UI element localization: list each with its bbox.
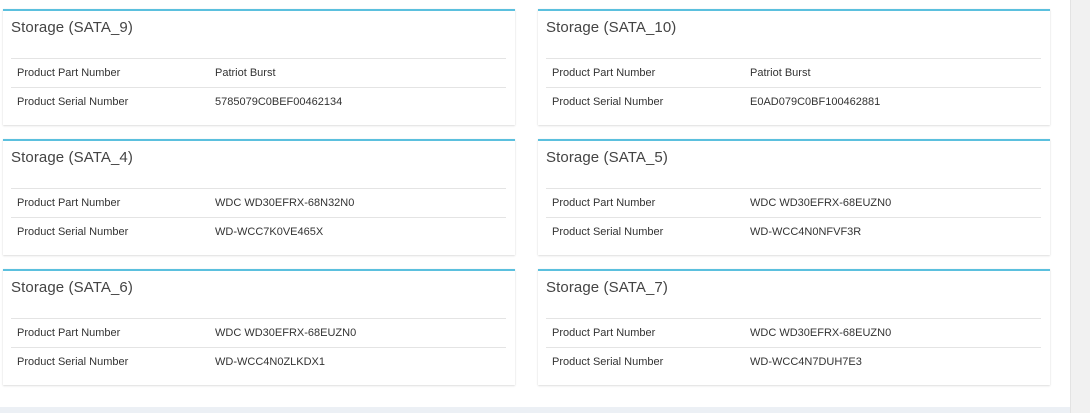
part-number-value: WDC WD30EFRX-68EUZN0	[215, 327, 357, 339]
storage-box-title: Storage (SATA_5)	[546, 149, 668, 166]
table-row: Product Serial Number WD-WCC7K0VE465X	[11, 217, 506, 247]
part-number-value: Patriot Burst	[215, 67, 276, 79]
table-row: Product Part Number WDC WD30EFRX-68EUZN0	[546, 318, 1041, 348]
storage-box: Storage (SATA_6) Product Part Number WDC…	[3, 269, 515, 385]
storage-box-title: Storage (SATA_10)	[546, 19, 677, 36]
storage-box: Storage (SATA_7) Product Part Number WDC…	[538, 269, 1050, 385]
storage-box-title: Storage (SATA_4)	[11, 149, 133, 166]
serial-number-label: Product Serial Number	[552, 356, 664, 369]
serial-number-value: WD-WCC7K0VE465X	[215, 226, 324, 239]
table-row: Product Serial Number WD-WCC4N0NFVF3R	[546, 217, 1041, 247]
serial-number-label: Product Serial Number	[17, 356, 129, 369]
serial-number-label: Product Serial Number	[17, 96, 129, 109]
storage-box-title: Storage (SATA_9)	[11, 19, 133, 36]
storage-grid: Storage (SATA_9) Product Part Number Pat…	[3, 9, 1050, 385]
part-number-value: WDC WD30EFRX-68EUZN0	[750, 327, 892, 339]
part-number-label: Product Part Number	[552, 327, 656, 339]
table-row: Product Serial Number WD-WCC4N0ZLKDX1	[11, 347, 506, 377]
table-row: Product Serial Number 5785079C0BEF004621…	[11, 87, 506, 117]
part-number-label: Product Part Number	[17, 197, 121, 209]
table-row: Product Part Number Patriot Burst	[546, 58, 1041, 88]
storage-details-table: Product Part Number WDC WD30EFRX-68EUZN0…	[546, 318, 1041, 377]
storage-box: Storage (SATA_9) Product Part Number Pat…	[3, 9, 515, 125]
table-row: Product Part Number WDC WD30EFRX-68EUZN0	[11, 318, 506, 348]
serial-number-value: WD-WCC4N0ZLKDX1	[215, 356, 326, 369]
serial-number-value: WD-WCC4N7DUH7E3	[750, 356, 862, 369]
table-row: Product Serial Number WD-WCC4N7DUH7E3	[546, 347, 1041, 377]
table-row: Product Part Number WDC WD30EFRX-68EUZN0	[546, 188, 1041, 218]
serial-number-value: 5785079C0BEF00462134	[215, 96, 343, 109]
storage-details-table: Product Part Number Patriot Burst Produc…	[11, 58, 506, 117]
part-number-value: Patriot Burst	[750, 67, 811, 79]
part-number-label: Product Part Number	[552, 197, 656, 209]
table-row: Product Part Number WDC WD30EFRX-68N32N0	[11, 188, 506, 218]
vertical-scrollbar[interactable]	[1070, 0, 1090, 413]
storage-details-table: Product Part Number Patriot Burst Produc…	[546, 58, 1041, 117]
part-number-label: Product Part Number	[17, 67, 121, 79]
serial-number-label: Product Serial Number	[17, 226, 129, 239]
storage-box-title: Storage (SATA_6)	[11, 279, 133, 296]
serial-number-label: Product Serial Number	[552, 96, 664, 109]
part-number-value: WDC WD30EFRX-68EUZN0	[750, 197, 892, 209]
storage-box: Storage (SATA_10) Product Part Number Pa…	[538, 9, 1050, 125]
storage-box: Storage (SATA_4) Product Part Number WDC…	[3, 139, 515, 255]
table-row: Product Part Number Patriot Burst	[11, 58, 506, 88]
storage-details-table: Product Part Number WDC WD30EFRX-68EUZN0…	[11, 318, 506, 377]
serial-number-value: E0AD079C0BF100462881	[750, 96, 881, 109]
storage-details-table: Product Part Number WDC WD30EFRX-68EUZN0…	[546, 188, 1041, 247]
serial-number-label: Product Serial Number	[552, 226, 664, 239]
part-number-value: WDC WD30EFRX-68N32N0	[215, 197, 355, 209]
part-number-label: Product Part Number	[552, 67, 656, 79]
part-number-label: Product Part Number	[17, 327, 121, 339]
table-row: Product Serial Number E0AD079C0BF1004628…	[546, 87, 1041, 117]
storage-box-title: Storage (SATA_7)	[546, 279, 668, 296]
storage-info-page: Storage (SATA_9) Product Part Number Pat…	[0, 0, 1070, 407]
serial-number-value: WD-WCC4N0NFVF3R	[750, 226, 862, 239]
storage-details-table: Product Part Number WDC WD30EFRX-68N32N0…	[11, 188, 506, 247]
storage-box: Storage (SATA_5) Product Part Number WDC…	[538, 139, 1050, 255]
